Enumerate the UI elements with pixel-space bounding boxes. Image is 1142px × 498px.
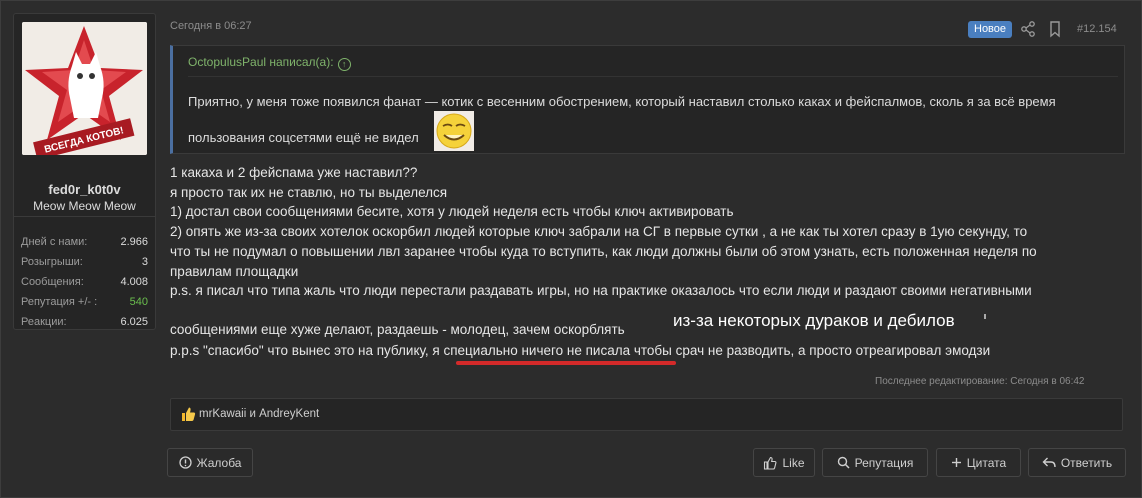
stat-value: 2.966 bbox=[120, 236, 148, 248]
quote-header[interactable]: OctopulusPaul написал(а): ↑ bbox=[188, 55, 351, 71]
reply-label: Ответить bbox=[1060, 455, 1113, 470]
user-stats: Дней с нами: 2.966 Розыгрыши: 3 Сообщени… bbox=[14, 216, 155, 330]
share-icon[interactable] bbox=[1018, 19, 1038, 39]
quote-text-line: пользования соцсетями ещё не видел bbox=[188, 130, 419, 145]
like-button[interactable]: Like bbox=[753, 448, 815, 477]
quote-body: Приятно, у меня тоже появился фанат — ко… bbox=[188, 76, 1118, 151]
edit-notice: Последнее редактирование: Сегодня в 06:4… bbox=[875, 376, 1085, 387]
stat-label: Реакции: bbox=[21, 316, 67, 328]
thumbs-up-icon bbox=[763, 456, 777, 470]
report-label: Жалоба bbox=[196, 455, 242, 470]
report-button[interactable]: Жалоба bbox=[167, 448, 253, 477]
user-card: ВСЕГДА КОТОВ! fed0r_k0t0v Meow Meow Meow… bbox=[13, 13, 156, 330]
alert-circle-icon bbox=[178, 456, 192, 469]
post-date[interactable]: Сегодня в 06:27 bbox=[170, 20, 252, 32]
quote-block: OctopulusPaul написал(а): ↑ Приятно, у ме… bbox=[170, 45, 1125, 154]
bookmark-icon[interactable] bbox=[1045, 19, 1065, 39]
thumbs-up-emoji-icon bbox=[180, 406, 196, 427]
message-line: p.s. я писал что типа жаль что люди пере… bbox=[170, 283, 1032, 298]
message-line: 2) опять же из-за своих хотелок оскорбил… bbox=[170, 224, 1028, 239]
reply-arrow-icon bbox=[1042, 456, 1056, 469]
message-line: p.p.s "спасибо" что вынес это на публику… bbox=[170, 343, 991, 358]
user-title: Meow Meow Meow bbox=[33, 199, 136, 213]
quote-button[interactable]: Цитата bbox=[936, 448, 1021, 477]
stat-label: Розыгрыши: bbox=[21, 256, 83, 268]
stat-messages: Сообщения: 4.008 bbox=[21, 273, 148, 291]
reputation-label: Репутация bbox=[854, 455, 914, 470]
post-number[interactable]: #12.154 bbox=[1077, 23, 1117, 35]
new-badge: Новое bbox=[968, 21, 1013, 38]
stat-reactions: Реакции: 6.025 bbox=[21, 313, 148, 331]
stat-label: Дней с нами: bbox=[21, 236, 88, 248]
message-line: сообщениями еще хуже делают, раздаешь - … bbox=[170, 322, 625, 337]
plus-icon bbox=[951, 457, 962, 468]
quote-text-line: Приятно, у меня тоже появился фанат — ко… bbox=[188, 94, 1056, 109]
message-line: правилам площадки bbox=[170, 264, 299, 279]
stat-value[interactable]: 3 bbox=[142, 253, 148, 271]
stat-label: Репутация +/- : bbox=[21, 296, 98, 308]
quote-author[interactable]: OctopulusPaul написал(а): bbox=[188, 55, 334, 69]
reactions-users[interactable]: mrKawaii и AndreyKent bbox=[199, 408, 319, 420]
stat-reputation: Репутация +/- : 540 bbox=[21, 293, 148, 311]
reactions-bar[interactable]: mrKawaii и AndreyKent bbox=[170, 398, 1123, 431]
username[interactable]: fed0r_k0t0v bbox=[14, 182, 155, 197]
avatar[interactable]: ВСЕГДА КОТОВ! bbox=[22, 22, 147, 155]
stat-giveaways: Розыгрыши: 3 bbox=[21, 253, 148, 271]
reputation-button[interactable]: Репутация bbox=[822, 448, 928, 477]
overlay-text: из-за некоторых дураков и дебилов bbox=[673, 311, 955, 330]
message-line: что ты не подумал о повышении лвл заране… bbox=[170, 244, 1037, 259]
stat-value: 6.025 bbox=[120, 316, 148, 328]
message-line: 1) достал свои сообщениями бесите, хотя … bbox=[170, 204, 734, 219]
message-line: 1 какаха и 2 фейспама уже наставил?? bbox=[170, 165, 418, 180]
like-label: Like bbox=[782, 455, 805, 470]
stat-label: Сообщения: bbox=[21, 276, 84, 288]
stat-value[interactable]: 4.008 bbox=[120, 273, 148, 291]
message-line: я просто так их не ставлю, но ты выделел… bbox=[170, 185, 448, 200]
quote-label: Цитата bbox=[966, 455, 1007, 470]
arrow-up-icon[interactable]: ↑ bbox=[337, 58, 351, 71]
overlay-mark bbox=[984, 314, 986, 319]
stat-days: Дней с нами: 2.966 bbox=[21, 233, 148, 251]
stat-value: 540 bbox=[129, 296, 148, 308]
reply-button[interactable]: Ответить bbox=[1028, 448, 1126, 477]
post-container: ВСЕГДА КОТОВ! fed0r_k0t0v Meow Meow Meow… bbox=[0, 0, 1142, 498]
smiley-emoji-icon bbox=[434, 111, 474, 151]
search-icon bbox=[837, 456, 850, 469]
red-underline bbox=[456, 361, 676, 365]
